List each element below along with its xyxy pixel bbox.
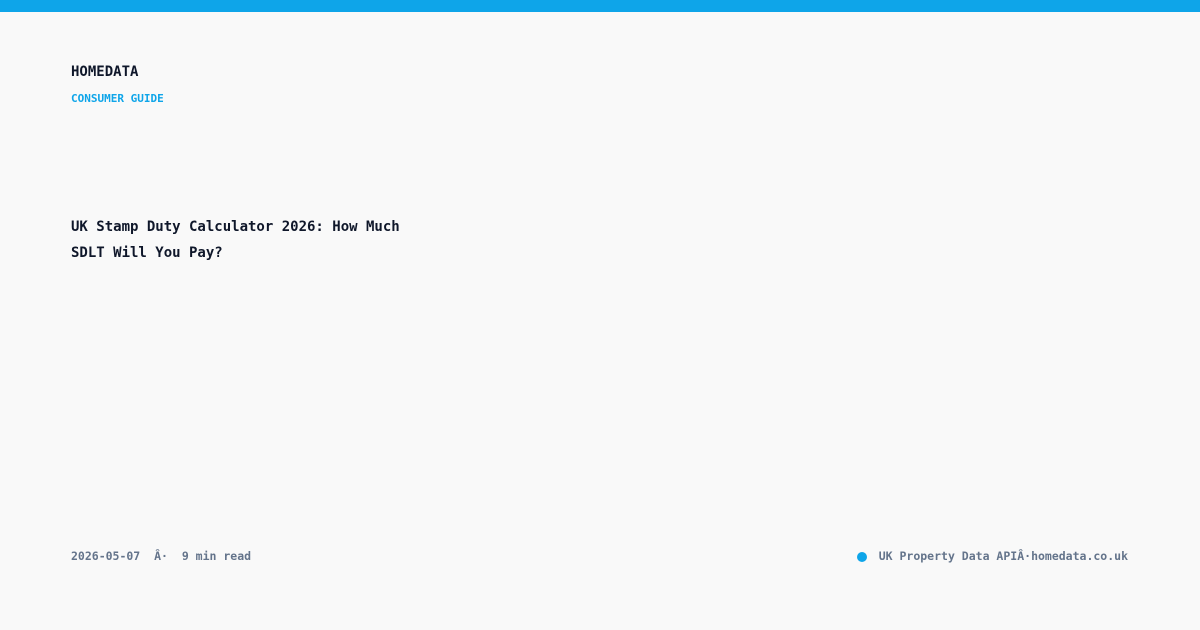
product-name: UK Property Data API	[878, 549, 1018, 563]
read-time: 9 min read	[181, 549, 252, 563]
article-title: UK Stamp Duty Calculator 2026: How Much …	[71, 219, 400, 261]
brand-logo-text: HOMEDATA	[71, 64, 139, 80]
article-meta: 2026-05-07 Â· 9 min read	[71, 549, 251, 563]
site-domain: homedata.co.uk	[1031, 549, 1128, 563]
footer-separator: Â·	[1017, 549, 1032, 563]
meta-separator: Â·	[154, 549, 168, 563]
top-accent-bar	[0, 0, 1200, 12]
dot-icon	[856, 552, 867, 562]
publish-date: 2026-05-07	[71, 549, 141, 563]
category-label: CONSUMER GUIDE	[71, 92, 164, 105]
footer-site-info: UK Property Data API Â· homedata.co.uk	[856, 549, 1128, 563]
